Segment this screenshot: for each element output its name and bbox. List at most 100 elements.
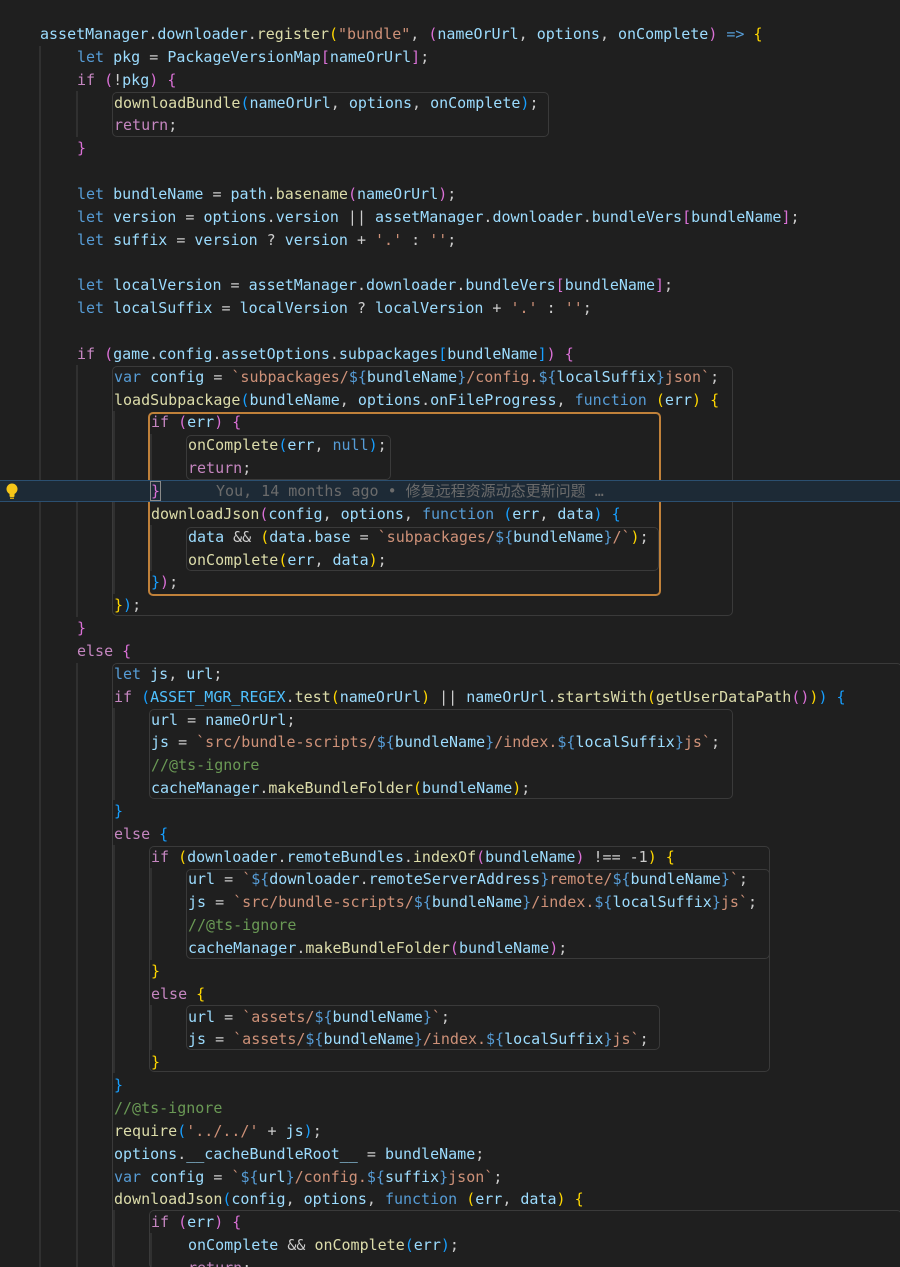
code-line[interactable]: let bundleName = path.basename(nameOrUrl… [0,183,900,205]
code-line[interactable]: if (err) { [0,1211,900,1233]
code-token: downloadJson [151,504,260,523]
code-text: require('../../' + js); [114,1120,322,1142]
code-token: assetManager [248,276,357,295]
code-line[interactable]: if (err) { [0,411,900,433]
code-token: ( [141,687,151,706]
code-token: { [836,687,846,706]
code-line[interactable]: let js, url; [0,663,900,685]
code-line[interactable]: data && (data.base = `subpackages/${bund… [0,526,900,548]
code-token: ; [582,299,592,318]
code-line[interactable]: if (ASSET_MGR_REGEX.test(nameOrUrl) || n… [0,686,900,708]
code-text: } [151,1051,160,1073]
code-token: cacheManager [188,939,297,957]
code-line[interactable]: } [0,617,900,639]
code-line[interactable]: var config = `subpackages/${bundleName}/… [0,366,900,388]
code-token: /` [612,527,631,546]
code-line[interactable]: url = `${downloader.remoteServerAddress}… [0,868,900,890]
code-token: json` [448,1167,494,1186]
code-token: + [258,1121,286,1140]
code-editor[interactable]: assetManager.downloader.register("bundle… [0,0,900,1267]
code-line[interactable]: url = `assets/${bundleName}`; [0,1006,900,1028]
code-line[interactable]: url = nameOrUrl; [0,709,900,731]
code-line[interactable]: } [0,800,900,822]
code-line[interactable]: return; [0,114,900,136]
code-line[interactable]: let localSuffix = localVersion ? localVe… [0,297,900,319]
code-line[interactable]: else { [0,640,900,662]
code-token: register [256,25,329,43]
code-text: loadSubpackage (bundleName, options.onFil… [114,389,719,411]
code-line[interactable]: let localVersion = assetManager.download… [0,274,900,296]
code-line[interactable]: downloadJson(config, options, function (… [0,503,900,525]
code-token: getUserDataPath [655,687,792,706]
code-token: if [77,70,96,89]
code-line[interactable]: let suffix = version ? version + '.' : '… [0,229,900,251]
code-token: '.' [375,230,403,249]
code-line[interactable]: } [0,960,900,982]
code-line[interactable]: downloadJson(config, options, function (… [0,1188,900,1210]
code-line[interactable]: } [0,137,900,159]
code-token: ( [655,390,665,409]
code-line[interactable]: cacheManager.makeBundleFolder(bundleName… [0,937,900,959]
code-token: onComplete [188,550,279,569]
code-line[interactable] [0,160,900,182]
code-token: : [402,230,430,249]
lightbulb-icon[interactable] [5,481,19,501]
code-line[interactable]: js = `assets/${bundleName}/index.${local… [0,1028,900,1050]
code-token: err [664,390,692,409]
code-token: err [187,1213,215,1232]
code-token: . [547,687,557,706]
code-token: localSuffix [612,893,712,912]
code-line[interactable]: return; [0,457,900,479]
code-line[interactable]: }); [0,571,900,593]
code-line[interactable]: onComplete(err, data); [0,549,900,571]
code-line[interactable]: assetManager.downloader.register("bundle… [0,23,900,45]
code-token: ${ [314,1007,333,1026]
code-token: { [167,70,177,89]
code-token: options [340,504,404,523]
code-token: = [178,710,206,729]
code-line[interactable]: }); [0,594,900,616]
code-line[interactable]: cacheManager.makeBundleFolder(bundleName… [0,777,900,799]
code-line[interactable]: downloadBundle(nameOrUrl, options, onCom… [0,92,900,114]
code-line[interactable]: return; [0,1257,900,1267]
code-line[interactable]: var config = `${url}/config.${suffix}jso… [0,1166,900,1188]
code-line[interactable]: js = `src/bundle-scripts/${bundleName}/i… [0,731,900,753]
code-line[interactable]: onComplete && onComplete(err); [0,1234,900,1256]
code-line[interactable]: //@ts-ignore [0,754,900,776]
code-line[interactable]: js = `src/bundle-scripts/${bundleName}/i… [0,891,900,913]
code-line[interactable]: loadSubpackage (bundleName, options.onFil… [0,389,900,411]
code-line[interactable]: if (game.config.assetOptions.subpackages… [0,343,900,365]
code-token: { [159,824,169,843]
code-line[interactable]: onComplete(err, null); [0,434,900,456]
code-line[interactable]: } You, 14 months ago • 修复远程资源动态更新问题 … [0,480,900,502]
code-line[interactable] [0,320,900,342]
code-line[interactable] [0,252,900,274]
code-line[interactable]: if (downloader.remoteBundles.indexOf(bun… [0,846,900,868]
code-line[interactable]: let pkg = PackageVersionMap[nameOrUrl]; [0,46,900,68]
code-token: bundleName [249,390,340,409]
code-text: return; [188,457,251,479]
code-line[interactable]: //@ts-ignore [0,914,900,936]
code-token: "bundle" [338,25,411,43]
code-token: ; [639,1030,649,1049]
code-line[interactable]: options.__cacheBundleRoot__ = bundleName… [0,1143,900,1165]
code-token: . [356,276,366,295]
code-line[interactable]: } [0,1051,900,1073]
code-token: version [284,230,348,249]
code-token: js` [683,733,711,752]
code-token: , [599,25,618,43]
code-line[interactable]: if (!pkg) { [0,69,900,91]
code-line[interactable]: //@ts-ignore [0,1097,900,1119]
code-token: ) [708,25,718,43]
code-line[interactable]: else { [0,823,900,845]
code-line[interactable]: } [0,1074,900,1096]
code-text: let pkg = PackageVersionMap[nameOrUrl]; [77,46,429,68]
code-line[interactable]: else { [0,983,900,1005]
code-line[interactable]: require('../../' + js); [0,1120,900,1142]
code-line[interactable]: let version = options.version || assetMa… [0,206,900,228]
code-token: test [294,687,331,706]
code-token: ; [420,47,430,66]
code-text: //@ts-ignore [188,914,296,936]
code-token: nameOrUrl [466,687,548,706]
